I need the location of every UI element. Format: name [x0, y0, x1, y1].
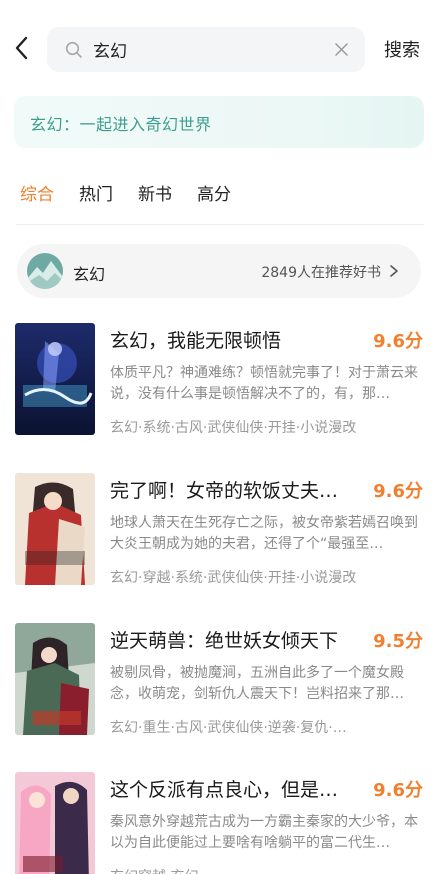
book-tags: 玄幻·系统·古风·武侠仙侠·开挂·小说漫改: [110, 420, 357, 436]
clear-icon[interactable]: [333, 41, 350, 58]
tab-new[interactable]: 新书: [138, 180, 172, 208]
book-description: 体质平凡？神通难练？顿悟就完事了！对于萧云来说，没有什么事是顿悟解决不了的，有，…: [110, 365, 418, 402]
tabs-divider: [16, 224, 424, 225]
book-item[interactable]: 完了啊！女帝的软饭丈夫… 9.6分 地球人萧天在生死存亡之际，被女帝紫若嫣召唤到…: [15, 473, 425, 589]
book-title: 完了啊！女帝的软饭丈夫…: [110, 480, 339, 502]
book-score: 9.6分: [373, 780, 423, 801]
banner-text: 玄幻：一起进入奇幻世界: [30, 115, 212, 134]
book-tags: 玄幻·重生·古风·武侠仙侠·逆袭·复仇·…: [110, 720, 347, 736]
tab-top-rated[interactable]: 高分: [197, 180, 231, 208]
book-tags: 玄幻穿越·玄幻: [110, 866, 425, 874]
book-tags: 玄幻·穿越·系统·武侠仙侠·开挂·小说漫改: [110, 570, 357, 586]
back-arrow-icon: [15, 36, 28, 60]
book-description: 秦风意外穿越荒古成为一方霸主秦家的大少爷，本以为自此便能过上要啥有啥躺平的富二代…: [110, 814, 418, 851]
book-item[interactable]: 玄幻，我能无限顿悟 9.6分 体质平凡？神通难练？顿悟就完事了！对于萧云来说，没…: [15, 323, 425, 439]
book-item[interactable]: 这个反派有点良心，但是… 9.6分 秦风意外穿越荒古成为一方霸主秦家的大少爷，本…: [15, 772, 425, 874]
book-title: 这个反派有点良心，但是…: [110, 779, 339, 801]
tab-hot[interactable]: 热门: [79, 180, 113, 208]
search-icon: [65, 41, 82, 58]
back-button[interactable]: [10, 35, 36, 61]
book-cover: [15, 772, 95, 874]
search-box[interactable]: [47, 27, 365, 72]
book-cover: [15, 623, 95, 735]
topic-card[interactable]: 玄幻 2849人在推荐好书: [17, 244, 421, 298]
book-item[interactable]: 逆天萌兽：绝世妖女倾天下 9.5分 被剔凤骨，被抛魔涧，五洲自此多了一个魔女殿念…: [15, 623, 425, 739]
book-score: 9.6分: [373, 481, 423, 502]
search-input[interactable]: [93, 27, 323, 72]
book-description: 地球人萧天在生死存亡之际，被女帝紫若嫣召唤到大炎王朝成为她的夫君，还得了个“最强…: [110, 515, 418, 552]
top-bar: 搜索: [0, 24, 443, 74]
chevron-right-icon: [390, 265, 398, 277]
search-button[interactable]: 搜索: [384, 36, 420, 62]
book-cover: [15, 323, 95, 435]
filter-tabs: 综合 热门 新书 高分: [20, 180, 231, 208]
book-title: 玄幻，我能无限顿悟: [110, 330, 282, 352]
tab-comprehensive[interactable]: 综合: [20, 180, 54, 208]
topic-name: 玄幻: [73, 265, 106, 284]
book-score: 9.5分: [373, 631, 423, 652]
topic-banner[interactable]: 玄幻：一起进入奇幻世界: [14, 96, 424, 148]
book-score: 9.6分: [373, 331, 423, 352]
book-description: 被剔凤骨，被抛魔涧，五洲自此多了一个魔女殿念，收萌宠，剑斩仇人震天下！岂料招来了…: [110, 665, 404, 702]
topic-count: 2849人在推荐好书: [261, 265, 381, 281]
book-cover: [15, 473, 95, 585]
topic-avatar: [27, 253, 63, 289]
book-title: 逆天萌兽：绝世妖女倾天下: [110, 630, 339, 652]
